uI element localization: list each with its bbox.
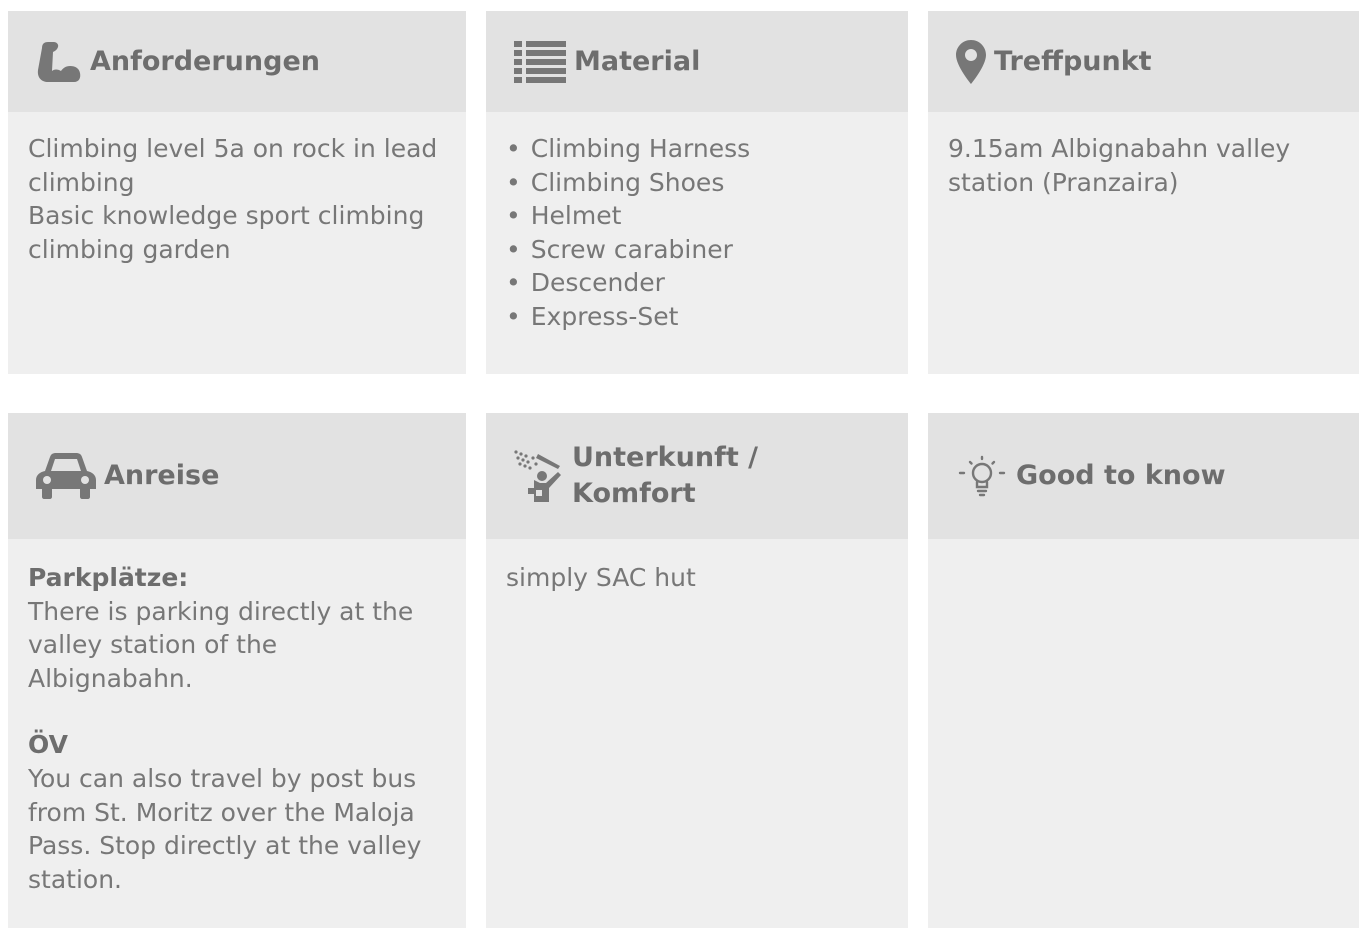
shower-icon — [514, 450, 564, 502]
transit-label: ÖV — [28, 730, 68, 760]
meeting-point-card: Treffpunkt 9.15am Albignabahn valley sta… — [928, 11, 1359, 374]
arrival-title: Anreise — [104, 460, 220, 491]
material-item: Screw carabiner — [506, 233, 888, 267]
material-item: Helmet — [506, 199, 888, 233]
good-to-know-body — [928, 539, 1359, 561]
meeting-point-title: Treffpunkt — [994, 45, 1152, 77]
requirements-header: Anforderungen — [8, 11, 466, 112]
material-body: Climbing Harness Climbing Shoes Helmet S… — [486, 112, 908, 334]
accommodation-body: simply SAC hut — [486, 539, 908, 595]
car-icon — [36, 453, 96, 499]
info-row-bottom: Anreise Parkplätze: There is parking dir… — [8, 413, 1359, 928]
transit-text: You can also travel by post bus from St.… — [28, 763, 422, 894]
arrival-card: Anreise Parkplätze: There is parking dir… — [8, 413, 466, 928]
good-to-know-card: Good to know — [928, 413, 1359, 928]
accommodation-text: simply SAC hut — [506, 563, 696, 592]
material-item: Descender — [506, 266, 888, 300]
arrival-body: Parkplätze: There is parking directly at… — [8, 539, 466, 896]
meeting-point-header: Treffpunkt — [928, 11, 1359, 112]
requirements-line: Basic knowledge sport climbing climbing … — [28, 201, 425, 264]
accommodation-card: Unterkunft / Komfort simply SAC hut — [486, 413, 908, 928]
requirements-card: Anforderungen Climbing level 5a on rock … — [8, 11, 466, 374]
good-to-know-header: Good to know — [928, 413, 1359, 539]
material-card: Material Climbing Harness Climbing Shoes… — [486, 11, 908, 374]
material-item: Express-Set — [506, 300, 888, 334]
arrival-header: Anreise — [8, 413, 466, 539]
parking-label: Parkplätze: — [28, 563, 189, 592]
material-item: Climbing Shoes — [506, 166, 888, 200]
requirements-title: Anforderungen — [90, 45, 320, 77]
good-to-know-title: Good to know — [1016, 460, 1226, 491]
meeting-point-body: 9.15am Albignabahn valley station (Pranz… — [928, 112, 1359, 199]
map-pin-icon — [956, 39, 986, 84]
info-row-top: Anforderungen Climbing level 5a on rock … — [8, 11, 1359, 374]
requirements-body: Climbing level 5a on rock in lead climbi… — [8, 112, 466, 266]
meeting-point-text: 9.15am Albignabahn valley station (Pranz… — [948, 134, 1291, 197]
flexed-arm-icon — [36, 40, 82, 84]
lightbulb-icon — [956, 455, 1008, 497]
requirements-line: Climbing level 5a on rock in lead climbi… — [28, 134, 438, 197]
list-icon — [514, 40, 566, 83]
parking-text: There is parking directly at the valley … — [28, 596, 414, 693]
accommodation-title: Unterkunft / Komfort — [572, 442, 758, 509]
accommodation-header: Unterkunft / Komfort — [486, 413, 908, 539]
material-list: Climbing Harness Climbing Shoes Helmet S… — [506, 132, 888, 334]
material-title: Material — [574, 45, 701, 77]
material-header: Material — [486, 11, 908, 112]
material-item: Climbing Harness — [506, 132, 888, 166]
